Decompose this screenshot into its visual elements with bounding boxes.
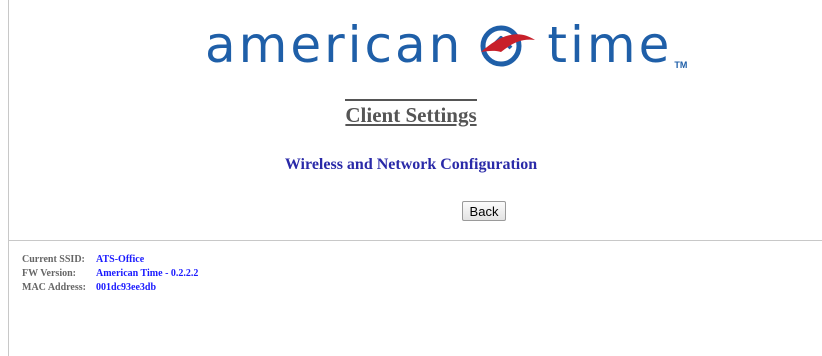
page-title: Client Settings <box>345 99 477 128</box>
clock-swoosh-logo-icon <box>480 25 536 67</box>
info-row-mac-address: MAC Address: 001dc93ee3db <box>22 281 198 295</box>
info-row-ssid: Current SSID: ATS-Office <box>22 253 198 267</box>
trademark-mark: TM <box>674 60 688 70</box>
ssid-label: Current SSID: <box>22 254 85 265</box>
fw-version-value: American Time - 0.2.2.2 <box>96 268 199 279</box>
device-info: Current SSID: ATS-Office FW Version: Ame… <box>22 253 198 295</box>
logo-word-american: american <box>205 16 464 74</box>
divider <box>9 240 822 241</box>
mac-address-label: MAC Address: <box>22 282 86 293</box>
mac-address-value: 001dc93ee3db <box>96 282 156 293</box>
american-time-logo: american time TM <box>205 14 687 70</box>
section-subtitle: Wireless and Network Configuration <box>284 156 538 173</box>
fw-version-label: FW Version: <box>22 268 76 279</box>
logo-word-time: time <box>547 16 673 74</box>
ssid-value: ATS-Office <box>96 254 145 265</box>
back-button[interactable]: Back <box>462 201 506 221</box>
info-row-fw-version: FW Version: American Time - 0.2.2.2 <box>22 267 198 281</box>
page-title-wrap: Client Settings <box>0 99 822 128</box>
